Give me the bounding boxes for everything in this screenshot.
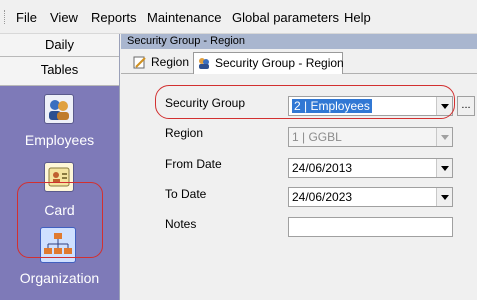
main-content: Security Group - Region Region Security … <box>121 34 477 300</box>
menu-view[interactable]: View <box>50 10 78 26</box>
edit-icon <box>133 55 147 69</box>
chevron-down-icon <box>436 128 452 146</box>
notes-label: Notes <box>165 217 197 231</box>
to-date-picker[interactable]: 24/06/2023 <box>288 187 453 207</box>
menu-bar: File View Reports Maintenance Global par… <box>0 0 477 34</box>
tab-security-group-region-label: Security Group - Region <box>215 56 344 70</box>
security-group-icon <box>197 56 211 70</box>
nav-tile-employees-label: Employees <box>24 132 95 148</box>
region-value: 1 | GGBL <box>292 130 342 144</box>
to-date-label: To Date <box>165 187 207 201</box>
organization-highlight-annotation <box>17 182 103 258</box>
tab-strip: Region Security Group - Region <box>121 49 477 74</box>
nav-tables-header[interactable]: Tables <box>0 57 119 86</box>
tab-security-group-region[interactable]: Security Group - Region <box>193 52 344 74</box>
to-date-value: 24/06/2023 <box>292 190 353 204</box>
employees-icon <box>44 94 74 124</box>
tab-region-label: Region <box>151 55 190 69</box>
window-title: Security Group - Region <box>121 34 477 49</box>
menu-maintenance[interactable]: Maintenance <box>147 10 221 26</box>
menu-reports[interactable]: Reports <box>91 10 137 26</box>
security-group-highlight-annotation <box>155 85 455 119</box>
from-date-picker[interactable]: 24/06/2013 <box>288 158 453 178</box>
menu-global-parameters[interactable]: Global parameters <box>232 10 339 26</box>
menu-file[interactable]: File <box>16 10 37 26</box>
navigation-pane: Daily Tables Employees Card Organization <box>0 34 120 300</box>
from-date-label: From Date <box>165 157 222 171</box>
nav-daily-header[interactable]: Daily <box>0 34 119 57</box>
notes-input[interactable] <box>288 217 453 237</box>
security-group-browse-button[interactable]: ... <box>457 96 475 116</box>
chevron-down-icon[interactable] <box>436 159 452 177</box>
chevron-down-icon[interactable] <box>436 188 452 206</box>
tab-region[interactable]: Region <box>129 52 193 74</box>
menu-help[interactable]: Help <box>344 10 371 26</box>
region-select: 1 | GGBL <box>288 127 453 147</box>
from-date-value: 24/06/2013 <box>292 161 353 175</box>
nav-tile-organization-label: Organization <box>19 270 100 286</box>
menubar-grip <box>4 10 7 24</box>
region-label: Region <box>165 126 204 140</box>
